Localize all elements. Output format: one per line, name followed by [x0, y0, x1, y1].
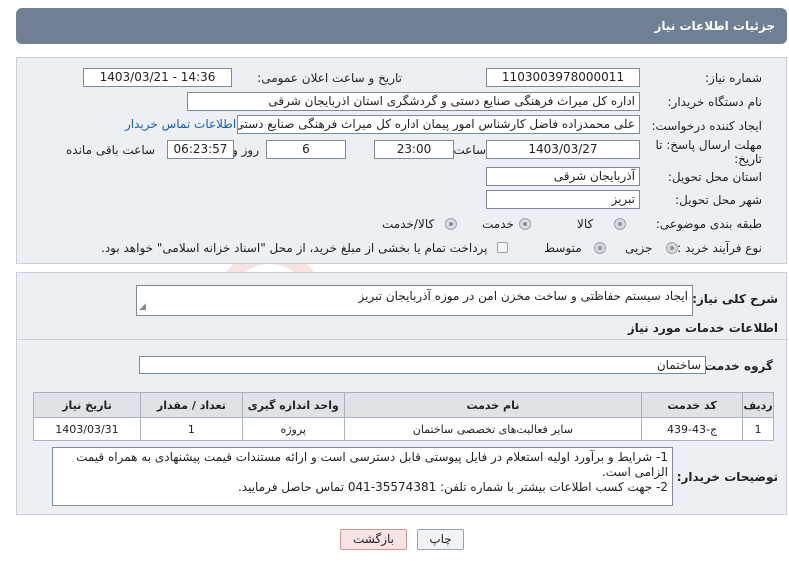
deadline-time-field: 23:00	[374, 140, 454, 159]
remaining-label: ساعت باقی مانده	[66, 143, 156, 157]
cell-row-number: 1	[742, 417, 774, 441]
services-heading: اطلاعات خدمات مورد نیاز	[627, 321, 778, 335]
buyer-contact-link[interactable]: اطلاعات تماس خریدار	[125, 117, 236, 131]
payment-note: پرداخت تمام یا بخشی از مبلغ خرید، از محل…	[101, 241, 488, 255]
print-button[interactable]: چاپ	[417, 529, 464, 550]
page-header: جزئیات اطلاعات نیاز	[16, 8, 787, 44]
service-group-label: گروه خدمت:	[699, 359, 773, 373]
announce-label: تاریخ و ساعت اعلان عمومی:	[257, 71, 402, 85]
creator-label: ایجاد کننده درخواست:	[651, 119, 762, 133]
process-option-minor: جزیی	[625, 241, 653, 255]
col-header-service-code: کد خدمت	[641, 392, 744, 418]
category-radio-goods[interactable]	[614, 218, 626, 230]
buyer-org-label: نام دستگاه خریدار:	[667, 95, 763, 109]
announce-field: 1403/03/21 - 14:36	[83, 68, 232, 87]
remaining-time-field: 06:23:57	[167, 140, 234, 159]
cell-need-date: 1403/03/31	[33, 417, 141, 441]
treasury-checkbox[interactable]	[497, 242, 508, 253]
table-row: 1 ج-43-439 سایر فعالیت‌های تخصصی ساختمان…	[33, 417, 774, 441]
category-option-goods: کالا	[577, 217, 594, 231]
col-header-quantity: تعداد / مقدار	[139, 392, 243, 418]
days-field: 6	[266, 140, 346, 159]
col-header-unit: واحد اندازه گیری	[241, 392, 345, 418]
services-table: ردیف کد خدمت نام خدمت واحد اندازه گیری ت…	[33, 392, 774, 441]
category-radio-service[interactable]	[519, 218, 531, 230]
service-group-field: ساختمان	[139, 356, 706, 374]
process-label: نوع فرآیند خرید :	[677, 241, 762, 255]
need-info-panel: شماره نیاز: 1103003978000011 تاریخ و ساع…	[16, 57, 787, 264]
province-field: آذربایجان شرقی	[486, 167, 640, 186]
province-label: استان محل تحویل:	[667, 170, 762, 184]
days-label: روز و	[232, 143, 259, 157]
category-radio-goods-service[interactable]	[445, 218, 457, 230]
buyer-note-line: 2- جهت کسب اطلاعات بیشتر با شماره تلفن: …	[237, 480, 668, 494]
deadline-time-label: ساعت	[453, 143, 486, 157]
city-label: شهر محل تحویل:	[675, 193, 762, 207]
back-button[interactable]: بازگشت	[340, 529, 407, 550]
buyer-note-line: 1- شرایط و برآورد اولیه استعلام در فایل …	[76, 450, 668, 479]
process-radio-medium[interactable]	[594, 242, 606, 254]
category-option-goods-service: کالا/خدمت	[382, 217, 435, 231]
buyer-notes-label: توضیحات خریدار:	[676, 470, 778, 484]
need-number-field: 1103003978000011	[486, 68, 640, 87]
buyer-org-field: اداره کل میراث فرهنگی صنایع دستی و گردشگ…	[187, 92, 640, 111]
deadline-label-line2: تاریخ:	[734, 152, 762, 166]
process-option-medium: متوسط	[544, 241, 582, 255]
city-field: تبریز	[486, 190, 640, 209]
deadline-label-line1: مهلت ارسال پاسخ: تا	[655, 138, 762, 152]
cell-quantity: 1	[139, 417, 243, 441]
process-radio-minor[interactable]	[666, 242, 678, 254]
col-header-need-date: تاریخ نیاز	[33, 392, 141, 418]
buyer-notes-field: 1- شرایط و برآورد اولیه استعلام در فایل …	[52, 447, 673, 506]
col-header-row-number: ردیف	[742, 392, 774, 418]
cell-unit: پروژه	[241, 417, 345, 441]
cell-service-name: سایر فعالیت‌های تخصصی ساختمان	[343, 417, 643, 441]
deadline-date-field: 1403/03/27	[486, 140, 640, 159]
category-label: طبقه بندی موضوعی:	[655, 217, 762, 231]
services-divider	[17, 339, 788, 340]
summary-field: ایجاد سیستم حفاظتی و ساخت مخزن امن در مو…	[136, 285, 693, 316]
creator-field: علی محمدزاده فاضل کارشناس امور پیمان ادا…	[237, 115, 640, 134]
summary-label: شرح کلی نیاز:	[692, 292, 778, 306]
cell-service-code: ج-43-439	[641, 417, 744, 441]
need-number-label: شماره نیاز:	[705, 71, 762, 85]
table-header-row: ردیف کد خدمت نام خدمت واحد اندازه گیری ت…	[33, 392, 774, 418]
category-option-service: خدمت	[482, 217, 514, 231]
col-header-service-name: نام خدمت	[343, 392, 643, 418]
summary-text: ایجاد سیستم حفاظتی و ساخت مخزن امن در مو…	[358, 289, 689, 303]
resize-grip-icon[interactable]: ◢	[139, 300, 146, 315]
page-title: جزئیات اطلاعات نیاز	[654, 19, 775, 33]
